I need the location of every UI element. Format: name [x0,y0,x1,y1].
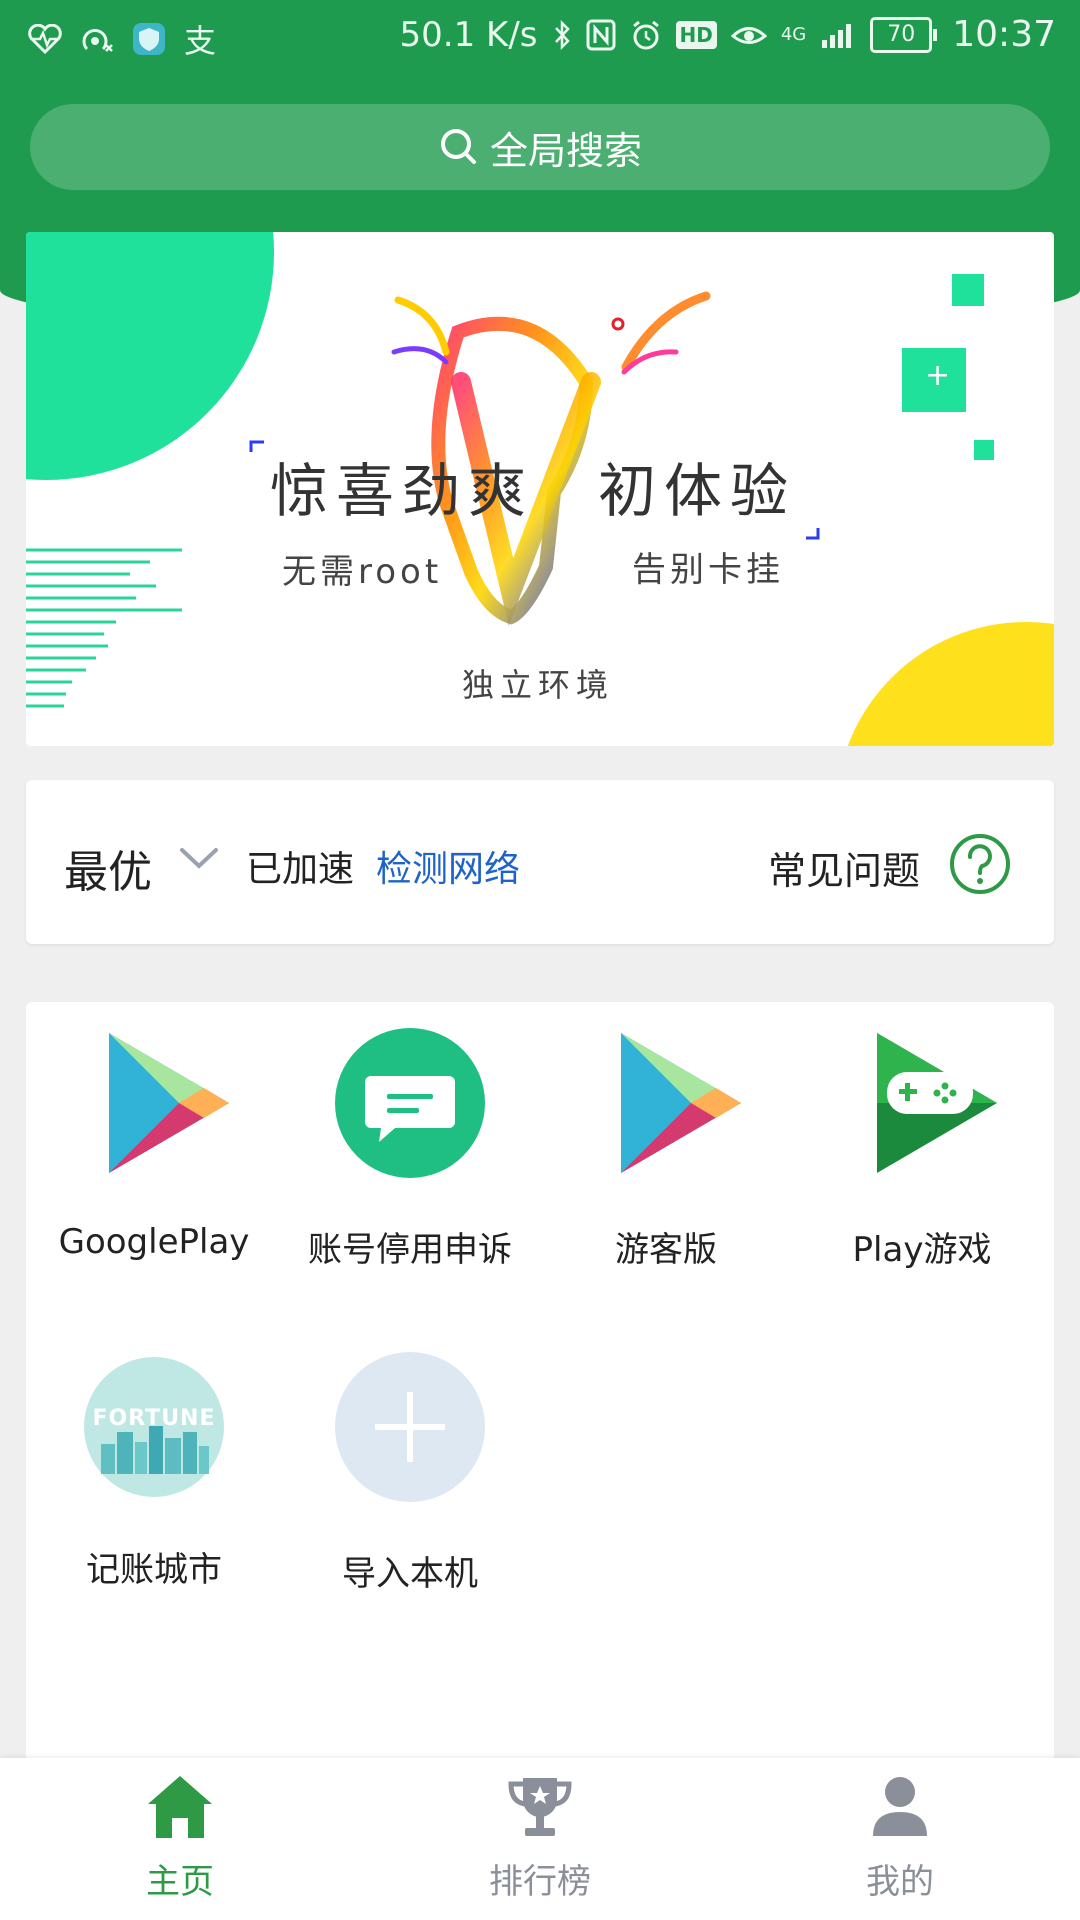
alipay-icon: 支 [184,22,217,60]
app-label: GooglePlay [58,1222,250,1262]
trophy-icon [508,1778,572,1836]
eye-comfort-icon [730,26,767,44]
nav-tab-ranking[interactable]: 排行榜 [440,1772,640,1903]
app-tile-fortune-city[interactable]: FORTUNE 记账城市 [26,1352,282,1591]
hd-badge: HD [675,20,717,49]
nav-label-ranking: 排行榜 [489,1862,591,1902]
app-label: 导入本机 [342,1554,478,1594]
fortune-city-icon: FORTUNE [79,1352,229,1502]
signal-icon [822,23,852,48]
add-icon [335,1352,485,1502]
network-mode-selector[interactable]: 最优 [64,836,152,900]
check-network-link[interactable]: 检测网络 [376,840,520,892]
app-label: Play游戏 [852,1230,992,1270]
app-label: 账号停用申诉 [308,1230,512,1270]
app-tile-play-games[interactable]: Play游戏 [794,1028,1050,1271]
promo-banner[interactable]: + 惊喜劲爽 初体验 无需root 告别卡挂 独立环境 [26,232,1054,746]
banner-tag-bottom: 独立环境 [462,666,615,704]
google-play-icon [621,1033,741,1173]
heart-rate-icon [28,24,62,54]
bluetooth-icon [554,19,570,50]
nav-label-me: 我的 [866,1862,934,1902]
nfc-icon [586,19,615,50]
person-icon [873,1777,927,1836]
banner-headline-left: 惊喜劲爽 [270,457,535,525]
app-tile-googleplay[interactable]: GooglePlay [26,1028,282,1262]
nav-tab-home[interactable]: 主页 [80,1772,280,1903]
home-icon [148,1776,212,1838]
network-status-card: 最优 已加速 检测网络 常见问题 [26,780,1054,944]
banner-headline-right: 初体验 [598,457,797,525]
app-label: 游客版 [615,1230,717,1270]
nav-tab-me[interactable]: 我的 [800,1772,1000,1903]
app-tile-import-local[interactable]: 导入本机 [282,1352,538,1595]
network-type: 4G [780,24,807,45]
clock: 10:37 [952,14,1056,55]
alarm-icon [632,20,659,49]
search-label: 全局搜索 [489,128,642,173]
status-bar: 支 50.1 K/s HD 4G 70 10:37 [0,0,1080,75]
bottom-navigation: 主页 排行榜 我的 [0,1758,1080,1920]
nav-label-home: 主页 [146,1862,214,1902]
app-tile-guest-version[interactable]: 游客版 [538,1028,794,1271]
google-play-icon [109,1033,229,1173]
faq-link[interactable]: 常见问题 [768,840,920,895]
global-search-bar[interactable]: 全局搜索 [30,104,1050,190]
app-tile-account-appeal[interactable]: 账号停用申诉 [282,1028,538,1271]
chevron-down-icon[interactable] [176,836,222,880]
banner-tag-right: 告别卡挂 [632,550,784,590]
play-games-icon [877,1033,997,1173]
app-label: 记账城市 [86,1550,222,1590]
search-icon [440,129,476,164]
acceleration-status: 已加速 [246,849,355,890]
hotspot-icon [82,29,113,52]
network-speed: 50.1 K/s [399,14,538,55]
banner-tag-left: 无需root [282,552,443,592]
apps-grid: GooglePlay 账号停用申诉 游客版 Play游戏 FORTUNE 记账城… [26,1002,1054,1762]
banner-plus-glyph: + [925,358,951,393]
fortune-logo-text: FORTUNE [92,1406,216,1431]
chat-bubble-icon [335,1028,485,1178]
help-icon[interactable] [948,832,1012,896]
shield-app-icon [133,23,165,55]
battery-icon: 70 [870,16,938,53]
